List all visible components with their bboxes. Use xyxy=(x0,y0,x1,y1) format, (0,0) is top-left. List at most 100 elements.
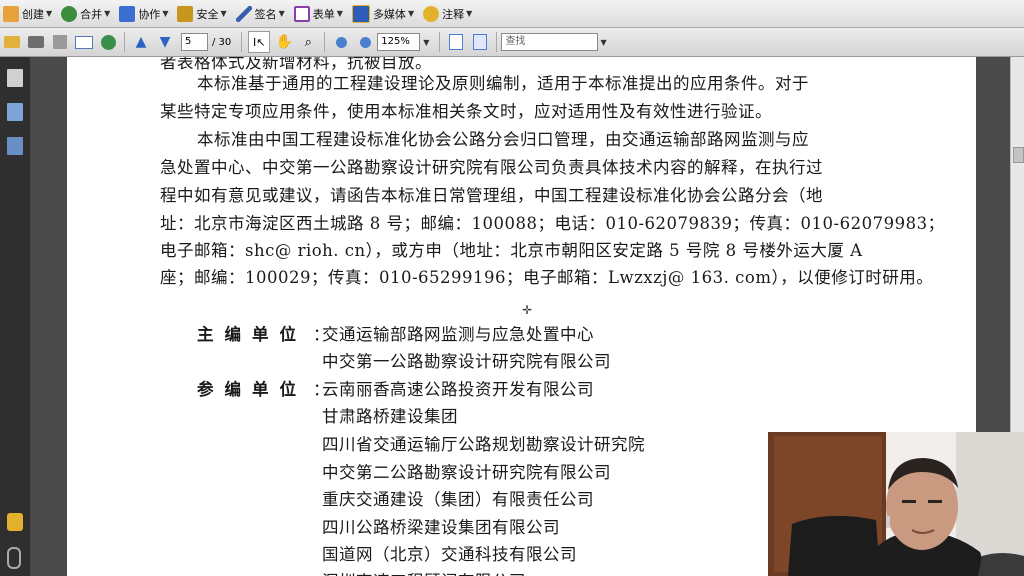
combine-menu-button[interactable]: 合并 ▼ xyxy=(58,3,115,25)
main-toolbar: 创建 ▼ 合并 ▼ 协作 ▼ 安全 ▼ 签名 ▼ 表单 ▼ 多媒体 ▼ 注释 ▼ xyxy=(0,0,1024,28)
form-label: 表单 xyxy=(312,7,335,21)
signatures-panel-icon[interactable] xyxy=(7,137,23,155)
paragraph-line: 急处置中心、中交第一公路勘察设计研究院有限公司负责具体技术内容的解释，在执行过 xyxy=(160,158,823,177)
security-menu-button[interactable]: 安全 ▼ xyxy=(174,3,231,25)
sign-label: 签名 xyxy=(254,7,277,21)
multimedia-menu-button[interactable]: 多媒体 ▼ xyxy=(349,3,419,25)
participant-org: 深圳高速工程顾问有限公司 xyxy=(322,568,526,576)
vertical-scrollbar[interactable] xyxy=(1010,57,1024,432)
cursor-crosshair-icon: ✛ xyxy=(522,303,533,317)
security-label: 安全 xyxy=(196,7,219,21)
zoom-out-button[interactable] xyxy=(331,32,351,52)
zoom-out-icon xyxy=(335,36,347,48)
lock-icon xyxy=(177,5,194,22)
attachment-icon[interactable] xyxy=(7,547,21,569)
pen-icon xyxy=(235,5,252,22)
paragraph-line: 本标准由中国工程建设标准化协会公路分会归口管理，由交通运输部路网监测与应 xyxy=(197,130,809,149)
document-background-left xyxy=(30,57,67,576)
chevron-down-icon: ▼ xyxy=(220,9,227,18)
comment-icon xyxy=(423,5,440,22)
create-label: 创建 xyxy=(22,7,44,21)
paragraph-line: 程中如有意见或建议，请函告本标准日常管理组，中国工程建设标准化协会公路分会（地 xyxy=(160,186,823,205)
create-icon xyxy=(3,5,19,22)
save-button[interactable] xyxy=(50,32,70,52)
combine-icon xyxy=(61,5,78,22)
collaborate-label: 协作 xyxy=(138,7,161,21)
participant-org: 中交第二公路勘察设计研究院有限公司 xyxy=(322,463,611,482)
collaborate-icon xyxy=(119,5,136,22)
paragraph-line: 座；邮编：100029；传真：010-65299196；电子邮箱：Lwzxzj@… xyxy=(160,268,934,287)
toolbar-separator xyxy=(124,32,125,52)
participant-label: 参编单位 xyxy=(197,380,307,399)
paragraph-line: 址：北京市海淀区西土城路 8 号；邮编：100088；电话：010-620798… xyxy=(160,214,945,233)
participant-org: 重庆交通建设（集团）有限责任公司 xyxy=(322,490,594,509)
bookmarks-panel-icon[interactable] xyxy=(7,103,23,121)
multimedia-label: 多媒体 xyxy=(372,7,406,21)
zoom-in-icon xyxy=(359,36,371,48)
chief-org: 交通运输部路网监测与应急处置中心 xyxy=(322,325,594,344)
participant-org: 甘肃路桥建设集团 xyxy=(322,407,458,426)
select-tool-button[interactable]: I↖ xyxy=(248,31,271,53)
toolbar-separator xyxy=(324,32,326,52)
disk-icon xyxy=(53,35,67,49)
magnifier-icon: ⌕ xyxy=(304,34,312,50)
paragraph-line: 某些特定专项应用条件，使用本标准相关条文时，应对适用性及有效性进行验证。 xyxy=(160,102,772,121)
navigation-toolbar: ▲ ▼ 5 / 30 I↖ ✋ ⌕ 125% ▼ 查找 ▼ xyxy=(0,28,1024,57)
multimedia-icon xyxy=(351,4,370,23)
chevron-down-icon[interactable]: ▼ xyxy=(600,38,606,47)
chevron-down-icon: ▼ xyxy=(46,9,53,18)
sign-menu-button[interactable]: 签名 ▼ xyxy=(233,3,290,25)
folder-icon xyxy=(4,36,20,48)
document-background-right xyxy=(976,57,1010,432)
chevron-down-icon: ▼ xyxy=(466,9,473,18)
toolbar-separator xyxy=(241,32,243,52)
participant-org: 四川公路桥梁建设集团有限公司 xyxy=(322,518,560,537)
hand-icon: ✋ xyxy=(275,34,293,50)
next-page-button[interactable]: ▼ xyxy=(155,32,175,52)
chief-org: 中交第一公路勘察设计研究院有限公司 xyxy=(322,352,611,371)
form-menu-button[interactable]: 表单 ▼ xyxy=(291,3,348,25)
hand-tool-button[interactable]: ✋ xyxy=(274,32,294,52)
fit-width-icon xyxy=(473,34,488,50)
chevron-down-icon[interactable]: ▼ xyxy=(423,38,429,47)
cursor-icon: I↖ xyxy=(253,35,266,49)
share-button[interactable] xyxy=(98,32,118,52)
chevron-down-icon: ▼ xyxy=(162,9,169,18)
collaborate-menu-button[interactable]: 协作 ▼ xyxy=(116,3,173,25)
print-button[interactable] xyxy=(26,32,46,52)
email-button[interactable] xyxy=(74,32,94,52)
fit-page-button[interactable] xyxy=(446,32,466,52)
page-total: / 30 xyxy=(212,36,232,48)
comment-menu-button[interactable]: 注释 ▼ xyxy=(420,3,477,25)
presenter-video-image xyxy=(768,432,1024,576)
chevron-down-icon: ▼ xyxy=(104,9,111,18)
create-menu-button[interactable]: 创建 ▼ xyxy=(0,3,57,25)
webcam-overlay xyxy=(768,432,1024,576)
printer-icon xyxy=(28,36,44,48)
chevron-down-icon: ▼ xyxy=(336,9,343,18)
toolbar-separator xyxy=(439,32,441,52)
previous-page-button[interactable]: ▲ xyxy=(131,32,151,52)
scrollbar-thumb[interactable] xyxy=(1013,147,1024,163)
chevron-down-icon: ▼ xyxy=(278,9,285,18)
comments-panel-icon[interactable] xyxy=(7,513,23,531)
fit-width-button[interactable] xyxy=(470,32,490,52)
paragraph-line: 电子邮箱：shc@ rioh. cn），或方申（地址：北京市朝阳区安定路 5 号… xyxy=(160,241,863,260)
fit-page-icon xyxy=(449,34,464,50)
page-number-input[interactable]: 5 xyxy=(181,33,208,51)
zoom-level-select[interactable]: 125% xyxy=(377,33,421,51)
marquee-zoom-button[interactable]: ⌕ xyxy=(298,32,318,52)
paragraph-line: 本标准基于通用的工程建设理论及原则编制，适用于本标准提出的应用条件。对于 xyxy=(197,74,809,93)
combine-label: 合并 xyxy=(80,7,103,21)
arrow-down-icon: ▼ xyxy=(159,34,171,50)
participant-org: 四川省交通运输厅公路规划勘察设计研究院 xyxy=(322,435,645,454)
participant-org: 云南丽香高速公路投资开发有限公司 xyxy=(322,380,594,399)
envelope-icon xyxy=(75,35,93,49)
form-icon xyxy=(293,5,310,22)
find-input[interactable]: 查找 xyxy=(501,33,599,51)
zoom-in-button[interactable] xyxy=(355,32,375,52)
pages-panel-icon[interactable] xyxy=(7,69,23,87)
toolbar-separator xyxy=(496,32,498,52)
open-button[interactable] xyxy=(2,32,22,52)
navigation-pane xyxy=(0,57,30,576)
